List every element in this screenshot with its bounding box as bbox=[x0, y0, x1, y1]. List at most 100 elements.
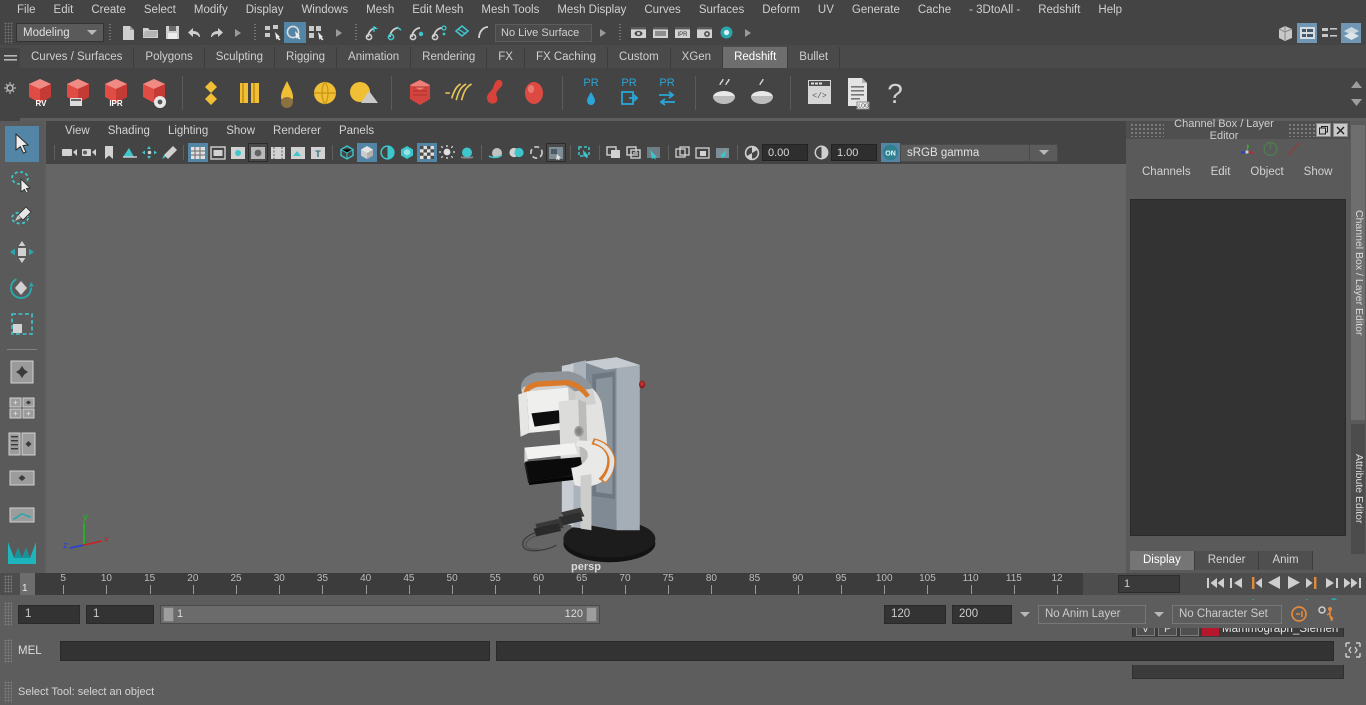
menu-set-selector[interactable]: Modeling bbox=[16, 23, 104, 42]
viewport-menu-lighting[interactable]: Lighting bbox=[159, 121, 217, 141]
redshift-hair-material-button[interactable] bbox=[269, 73, 305, 113]
depth-of-field-icon[interactable] bbox=[526, 143, 546, 162]
go-to-end-icon[interactable] bbox=[1343, 576, 1362, 593]
current-time-indicator[interactable]: 1 bbox=[20, 573, 35, 595]
lasso-select-tool-button[interactable] bbox=[5, 162, 39, 198]
redshift-material-button[interactable] bbox=[193, 73, 229, 113]
redshift-proxy-convert-button[interactable]: PR bbox=[649, 73, 685, 113]
camera-attributes-icon[interactable] bbox=[79, 143, 99, 162]
color-management-toggle-icon[interactable]: ON bbox=[881, 143, 900, 162]
smooth-shade-all-icon[interactable] bbox=[357, 143, 377, 162]
animation-preferences-icon[interactable] bbox=[1316, 603, 1338, 625]
range-slider-left-handle[interactable] bbox=[163, 606, 174, 622]
viewport-menu-shading[interactable]: Shading bbox=[99, 121, 159, 141]
channel-box-menu-edit[interactable]: Edit bbox=[1201, 166, 1241, 178]
shelf-tab-fx[interactable]: FX bbox=[487, 47, 525, 68]
toolbar-expand-render-icon[interactable] bbox=[737, 22, 759, 43]
move-tool-button[interactable] bbox=[5, 234, 39, 270]
shelf-tab-animation[interactable]: Animation bbox=[337, 47, 412, 68]
toolbar-expand-snap-icon[interactable] bbox=[592, 22, 614, 43]
select-by-component-icon[interactable] bbox=[306, 22, 328, 43]
snap-to-grid-icon[interactable] bbox=[363, 22, 385, 43]
rotate-tool-button[interactable] bbox=[5, 270, 39, 306]
shelf-tab-sculpting[interactable]: Sculpting bbox=[204, 47, 276, 68]
exposure-icon[interactable] bbox=[742, 143, 762, 162]
safe-action-icon[interactable] bbox=[288, 143, 308, 162]
panel-gripper[interactable] bbox=[1130, 123, 1164, 137]
anim-layer-field[interactable]: No Anim Layer bbox=[1038, 604, 1146, 624]
redshift-object-properties-button[interactable] bbox=[516, 73, 552, 113]
close-button[interactable] bbox=[1333, 123, 1348, 137]
viewport-menu-view[interactable]: View bbox=[56, 121, 99, 141]
motion-blur-icon[interactable] bbox=[486, 143, 506, 162]
command-input[interactable] bbox=[60, 641, 490, 661]
menu-file[interactable]: File bbox=[8, 0, 45, 20]
new-scene-icon[interactable] bbox=[117, 22, 139, 43]
help-line-gripper[interactable] bbox=[4, 681, 12, 703]
redshift-ipr-render-button[interactable]: IPR bbox=[98, 73, 134, 113]
grease-pencil-icon[interactable] bbox=[159, 143, 179, 162]
character-set-field[interactable]: No Character Set bbox=[1172, 604, 1282, 624]
redshift-render-settings-button[interactable] bbox=[136, 73, 172, 113]
shadows-icon[interactable] bbox=[437, 143, 457, 162]
range-row-gripper[interactable] bbox=[4, 602, 12, 626]
show-hide-attribute-editor-icon[interactable] bbox=[1297, 22, 1317, 43]
play-forwards-icon[interactable] bbox=[1286, 575, 1301, 593]
redshift-log-file-button[interactable]: .LOG bbox=[839, 73, 875, 113]
undo-icon[interactable] bbox=[183, 22, 205, 43]
viewport-menu-panels[interactable]: Panels bbox=[330, 121, 383, 141]
time-slider-ruler[interactable]: 1 {} 51015202530354045505560657075808590… bbox=[20, 573, 1083, 595]
xray-active-components-icon[interactable] bbox=[644, 143, 664, 162]
ipr-render-icon[interactable]: IPR bbox=[671, 22, 693, 43]
menu-create[interactable]: Create bbox=[82, 0, 135, 20]
shelf-scroll-down-icon[interactable] bbox=[1350, 97, 1362, 109]
shelf-tab-xgen[interactable]: XGen bbox=[670, 47, 724, 68]
redshift-proxy-light-button[interactable] bbox=[478, 73, 514, 113]
bookmark-icon[interactable] bbox=[99, 143, 119, 162]
menu-deform[interactable]: Deform bbox=[753, 0, 809, 20]
menu-mesh[interactable]: Mesh bbox=[357, 0, 403, 20]
redshift-proxy-import-button[interactable]: PR bbox=[611, 73, 647, 113]
shelf-tab-redshift[interactable]: Redshift bbox=[723, 47, 789, 68]
film-origin-icon[interactable] bbox=[268, 143, 288, 162]
wireframe-icon[interactable] bbox=[337, 143, 357, 162]
last-tool-used-button[interactable] bbox=[5, 354, 39, 390]
layer-tab-anim[interactable]: Anim bbox=[1259, 551, 1313, 570]
scale-tool-button[interactable] bbox=[5, 306, 39, 342]
shelf-tab-polygons[interactable]: Polygons bbox=[134, 47, 205, 68]
toolbar-expand-file-icon[interactable] bbox=[227, 22, 249, 43]
grid-toggle-icon[interactable] bbox=[188, 143, 208, 162]
channel-box-menu-show[interactable]: Show bbox=[1294, 166, 1343, 178]
toolbar-handle-selmask[interactable] bbox=[252, 23, 259, 42]
step-back-frame-icon[interactable] bbox=[1248, 576, 1263, 593]
layer-tab-render[interactable]: Render bbox=[1194, 551, 1260, 570]
menu-modify[interactable]: Modify bbox=[185, 0, 237, 20]
duplicate-view-icon[interactable] bbox=[673, 143, 693, 162]
shelf-tab-bullet[interactable]: Bullet bbox=[788, 47, 841, 68]
redshift-help-button[interactable]: ? bbox=[877, 73, 913, 113]
grab-viewport-snapshot-icon[interactable] bbox=[713, 143, 733, 162]
redshift-proxy-export-button[interactable]: PR bbox=[573, 73, 609, 113]
channel-box-menu-channels[interactable]: Channels bbox=[1132, 166, 1201, 178]
character-set-dropdown-arrow[interactable] bbox=[1152, 605, 1166, 624]
resolution-gate-icon[interactable] bbox=[228, 143, 248, 162]
view-in-separate-window-icon[interactable] bbox=[693, 143, 713, 162]
vertical-tab-channel-box[interactable]: Channel Box / Layer Editor bbox=[1351, 125, 1365, 420]
shelf-tab-rigging[interactable]: Rigging bbox=[275, 47, 338, 68]
paint-select-tool-button[interactable] bbox=[5, 198, 39, 234]
menu-display[interactable]: Display bbox=[237, 0, 293, 20]
select-camera-icon[interactable] bbox=[59, 143, 79, 162]
status-line-gripper[interactable] bbox=[4, 21, 13, 44]
redo-icon[interactable] bbox=[205, 22, 227, 43]
redshift-render-view-button[interactable]: RV bbox=[22, 73, 58, 113]
gamma-field[interactable]: 1.00 bbox=[831, 144, 877, 161]
vertical-tab-attribute-editor[interactable]: Attribute Editor bbox=[1351, 424, 1365, 554]
menu-3dtoall[interactable]: - 3DtoAll - bbox=[960, 0, 1029, 20]
multisample-aa-icon[interactable] bbox=[506, 143, 526, 162]
redshift-bake-set-button[interactable] bbox=[706, 73, 742, 113]
shelf-scroll-up-icon[interactable] bbox=[1350, 79, 1362, 91]
step-forward-frame-icon[interactable] bbox=[1305, 576, 1320, 593]
animation-start-field[interactable]: 1 bbox=[18, 604, 80, 624]
range-slider[interactable]: 1 120 bbox=[160, 604, 600, 624]
xray-joints-icon[interactable] bbox=[624, 143, 644, 162]
